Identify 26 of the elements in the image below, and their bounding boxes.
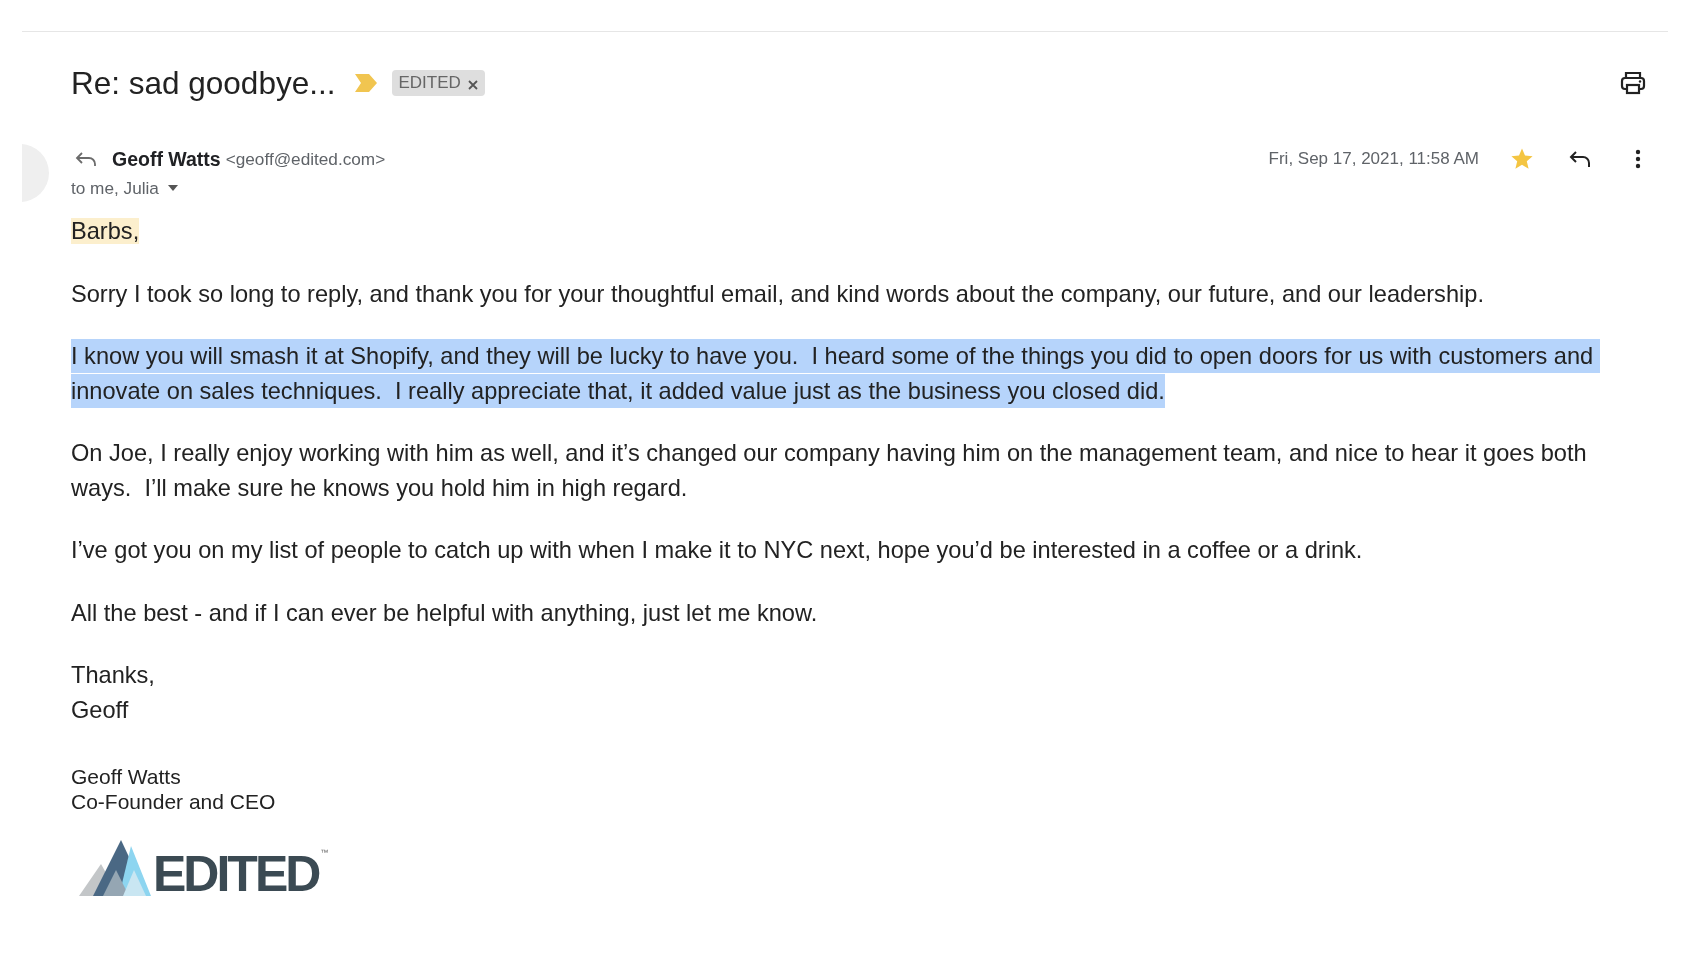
caret-icon[interactable]: [167, 185, 178, 191]
closing-text: Thanks,: [71, 661, 155, 690]
logo-wordmark: EDITED: [153, 852, 319, 896]
message-date: Fri, Sep 17, 2021, 11:58 AM: [1268, 149, 1479, 169]
greeting-text: Barbs,: [71, 218, 140, 244]
close-icon[interactable]: [467, 79, 478, 90]
trademark-mark: ™: [320, 848, 329, 858]
star-icon[interactable]: [1510, 147, 1534, 171]
importance-marker-icon[interactable]: [355, 74, 378, 92]
signature-text: Co-Founder and CEO: [71, 789, 276, 814]
signature-text: Geoff Watts: [71, 764, 181, 789]
sender-name: Geoff Watts: [112, 147, 221, 171]
body-paragraph: Sorry I took so long to reply, and thank you for your thoughtful email, and kind words about the company, our future, and our leadership.: [71, 279, 1484, 309]
body-paragraph: I’ve got you on my list of people to catch up with when I make it to NYC next, hope you’d be interested in a coffee or a drink.: [71, 536, 1363, 565]
more-options-icon[interactable]: [1635, 149, 1641, 169]
closing-text: Geoff: [71, 695, 129, 725]
print-icon[interactable]: [1620, 71, 1646, 95]
reply-icon[interactable]: [1569, 150, 1591, 168]
recipients-text: to me, Julia: [71, 177, 159, 199]
body-paragraph: On Joe, I really enjoy working with him as well, and it’s changed our company having him on the management team, and nice to hear it goes both ways. I’ll make sure he knows you hold him in high regard.: [71, 439, 1588, 503]
sender-email: <geoff@edited.com>: [225, 148, 386, 170]
reply-arrow-icon: [75, 151, 97, 167]
body-paragraph: All the best - and if I can ever be helpful with anything, just let me know.: [71, 598, 818, 628]
subject-title: Re: sad goodbye...: [71, 64, 336, 103]
label-text: EDITED: [398, 73, 461, 93]
mountains-logo-icon: [79, 840, 151, 896]
